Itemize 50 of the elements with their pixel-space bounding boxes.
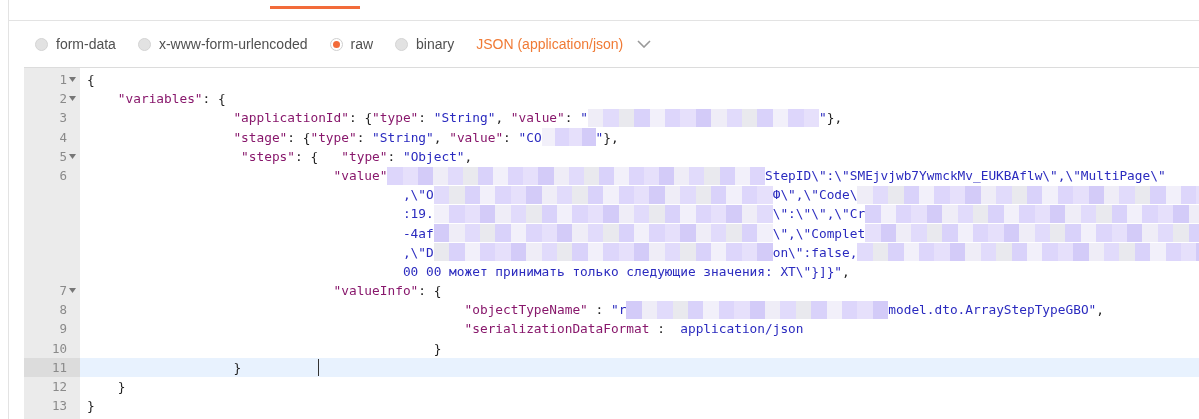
code-text: } (433, 339, 442, 358)
line-number: 5 (59, 147, 67, 166)
code-text: } (233, 358, 242, 377)
body-type-radio[interactable]: x-www-form-urlencoded (137, 36, 308, 52)
code-text: Ф\",\"Code\ (772, 186, 858, 205)
code-text: :19. (402, 205, 434, 224)
code-text: -4af (402, 224, 434, 243)
chevron-down-icon (637, 40, 652, 48)
line-number: 9 (59, 320, 67, 339)
code-text: "objectTypeName" : "r (464, 301, 627, 320)
code-text: \",\"Complet (772, 224, 866, 243)
code-text: \":\"\",\"Cr (772, 205, 866, 224)
code-text: 00 00 может принимать только следующие значения: XT\"}]}", (402, 262, 850, 281)
line-number: 11 (51, 358, 67, 377)
code-text: "}, (819, 109, 843, 128)
fold-triangle-icon[interactable] (69, 288, 76, 294)
code-text: ,\"O (402, 186, 434, 205)
code-text: "serializationDataFormat : application/json (464, 320, 804, 339)
code-text: "value" (333, 166, 388, 185)
code-text: "steps": { "type": "Object", (241, 147, 473, 166)
line-number: 3 (59, 109, 67, 128)
code-text: on\":false, (772, 243, 858, 262)
code-text: } (87, 397, 95, 416)
fold-triangle-icon[interactable] (69, 96, 76, 102)
code-text: "stage": {"type": "String", "value": "CO (233, 128, 542, 147)
line-number: 2 (59, 90, 67, 109)
line-number: 6 (59, 166, 67, 185)
code-text: } (117, 378, 126, 396)
code-text: "}, (595, 128, 619, 147)
fold-triangle-icon[interactable] (69, 77, 76, 83)
code-text: "applicationId": {"type": "String", "value": " (233, 109, 588, 128)
code-text: StepID\":\"SMEjvjwb7YwmckMv_EUKBAflw\",\"MultiPage\" (765, 166, 1166, 185)
body-type-radio[interactable]: form-data (35, 36, 116, 52)
code-text: "valueInfo": { (333, 282, 442, 301)
text-cursor (318, 358, 320, 376)
line-number: 10 (51, 339, 67, 358)
body-type-radio[interactable]: binary (395, 36, 455, 52)
fold-triangle-icon[interactable] (69, 153, 76, 159)
line-number: 12 (51, 378, 67, 396)
line-number: 8 (59, 301, 67, 320)
code-text: { (87, 71, 95, 89)
line-number: 13 (51, 397, 67, 416)
code-text: model.dto.ArrayStepTypeGBO", (888, 301, 1105, 320)
code-text: ,\"D (402, 243, 434, 262)
line-number: 1 (59, 71, 67, 89)
code-text: "variables": { (117, 90, 226, 109)
line-number: 7 (59, 282, 67, 301)
line-number: 4 (59, 128, 67, 147)
body-type-radio[interactable]: raw (329, 36, 374, 52)
code-editor[interactable] (24, 67, 1199, 419)
